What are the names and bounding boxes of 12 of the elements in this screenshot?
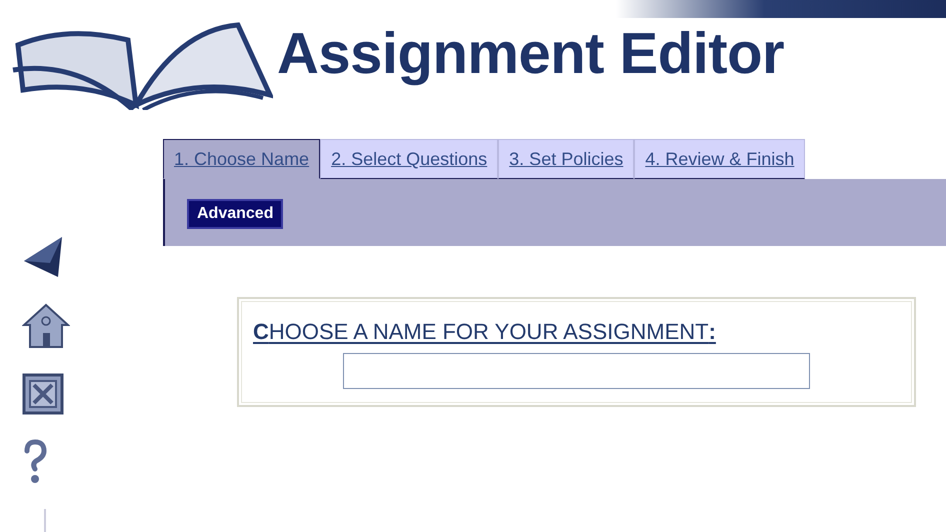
step-tab[interactable]: 4. Review & Finish <box>634 139 806 179</box>
step-tab[interactable]: 1. Choose Name <box>163 139 320 179</box>
step-tab[interactable]: 3. Set Policies <box>498 139 634 179</box>
app-title: Assignment Editor <box>277 20 784 87</box>
tools-icon[interactable] <box>22 373 64 415</box>
back-arrow-icon[interactable] <box>22 235 64 279</box>
assignment-name-field[interactable] <box>343 353 810 389</box>
help-icon[interactable] <box>22 439 48 485</box>
advanced-tab[interactable]: Advanced <box>187 199 284 229</box>
home-icon[interactable] <box>22 303 70 349</box>
step-tab[interactable]: 2. Select Questions <box>320 139 498 179</box>
form-heading: CHOOSE A NAME FOR YOUR ASSIGNMENT: <box>253 319 716 345</box>
